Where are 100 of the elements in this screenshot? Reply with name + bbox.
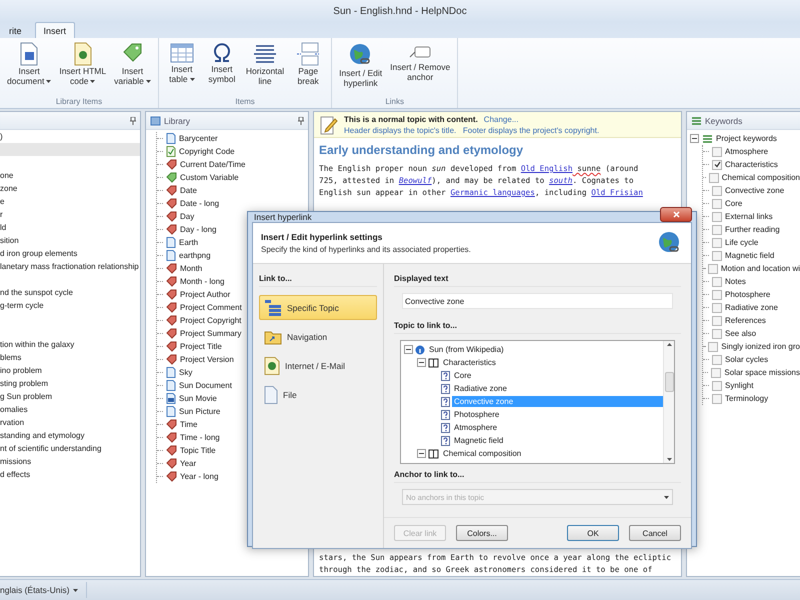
- checkbox[interactable]: [711, 368, 722, 378]
- library-item[interactable]: Project Version: [180, 355, 234, 364]
- tree-item[interactable]: Chemical composition: [441, 448, 524, 459]
- topic-item[interactable]: blems: [0, 353, 22, 362]
- topic-item[interactable]: ld: [0, 223, 6, 232]
- topic-item[interactable]: sition: [0, 236, 19, 245]
- collapse-icon[interactable]: [417, 449, 426, 458]
- library-item[interactable]: earthpng: [179, 251, 211, 260]
- link-type-option[interactable]: Internet / E-Mail: [259, 353, 377, 378]
- library-item[interactable]: Copyright Code: [179, 147, 235, 156]
- link-type-option[interactable]: Specific Topic: [259, 295, 377, 320]
- ribbon-button[interactable]: Insert HTML code: [56, 38, 110, 97]
- tree-item[interactable]: Photosphere: [452, 409, 502, 420]
- topic-item[interactable]: missions: [0, 457, 32, 466]
- collapse-icon[interactable]: [690, 134, 699, 143]
- checkbox[interactable]: [712, 224, 722, 234]
- library-item[interactable]: Custom Variable: [180, 173, 239, 182]
- dialog-button[interactable]: OK: [567, 525, 619, 541]
- dialog-button[interactable]: Cancel: [629, 525, 681, 541]
- topic-item[interactable]: r: [0, 210, 3, 219]
- tree-item[interactable]: Project keywords: [716, 134, 777, 143]
- topic-item[interactable]: zone: [0, 184, 18, 193]
- checkbox[interactable]: [712, 354, 722, 364]
- checkbox[interactable]: [712, 146, 722, 156]
- topic-item[interactable]: lanetary mass fractionation relationship: [0, 262, 139, 271]
- scroll-thumb[interactable]: [664, 372, 674, 392]
- library-item[interactable]: Date - long: [180, 199, 220, 208]
- library-item[interactable]: Time - long: [180, 433, 220, 442]
- tree-item[interactable]: Characteristics: [441, 357, 498, 368]
- checkbox[interactable]: [712, 238, 722, 248]
- checkbox[interactable]: [712, 302, 722, 312]
- tree-item[interactable]: Radiative zone: [452, 383, 509, 394]
- library-item[interactable]: Sun Document: [179, 381, 232, 390]
- ribbon-button[interactable]: Horizontal line: [242, 38, 288, 97]
- checkbox[interactable]: [708, 264, 718, 274]
- ribbon-button[interactable]: Page break: [289, 38, 328, 97]
- ribbon-tab[interactable]: rite: [0, 22, 31, 38]
- library-item[interactable]: Day: [180, 212, 194, 221]
- ribbon-button[interactable]: Insert symbol: [202, 38, 241, 97]
- scroll-up-icon[interactable]: [666, 343, 672, 346]
- library-item[interactable]: Current Date/Time: [180, 160, 246, 169]
- collapse-icon[interactable]: [417, 358, 426, 367]
- ribbon-button[interactable]: Insert table: [162, 38, 201, 97]
- library-item[interactable]: Project Title: [180, 342, 222, 351]
- topic-item[interactable]: omalies: [0, 405, 28, 414]
- ribbon-button[interactable]: Insert / Remove anchor: [387, 38, 454, 97]
- checkbox[interactable]: [708, 342, 718, 352]
- topic-item[interactable]: tion within the galaxy: [0, 340, 74, 349]
- topic-item[interactable]: rvation: [0, 418, 24, 427]
- ribbon-button[interactable]: Insert / Edit hyperlink: [336, 38, 386, 97]
- topic-item[interactable]: one: [0, 171, 14, 180]
- topic-item[interactable]: e: [0, 197, 4, 206]
- library-item[interactable]: Project Copyright: [180, 316, 242, 325]
- library-item[interactable]: Earth: [179, 238, 198, 247]
- pin-icon[interactable]: [298, 116, 304, 124]
- topic-item[interactable]: g-term cycle: [0, 301, 44, 310]
- library-item[interactable]: Day - long: [180, 225, 216, 234]
- tree-item[interactable]: Core: [452, 370, 474, 381]
- checkbox[interactable]: [712, 290, 722, 300]
- checkbox[interactable]: [712, 316, 722, 326]
- library-item[interactable]: Year: [180, 459, 196, 468]
- collapse-icon[interactable]: [404, 345, 413, 354]
- library-item[interactable]: Project Author: [180, 290, 230, 299]
- pin-icon[interactable]: [130, 116, 136, 124]
- topic-item[interactable]: standing and etymology: [0, 431, 84, 440]
- checkbox[interactable]: [712, 212, 722, 222]
- checkbox[interactable]: [712, 250, 722, 260]
- library-item[interactable]: Sun Picture: [179, 407, 220, 416]
- ribbon-button[interactable]: Insert document: [4, 38, 54, 97]
- library-item[interactable]: Date: [180, 186, 197, 195]
- library-item[interactable]: Sky: [179, 368, 192, 377]
- checkbox[interactable]: [712, 186, 722, 196]
- tree-item[interactable]: Magnetic field: [452, 435, 506, 446]
- checkbox[interactable]: [712, 160, 722, 170]
- topic-item[interactable]: d effects: [0, 470, 30, 479]
- topic-item[interactable]: ): [0, 132, 3, 141]
- library-item[interactable]: Project Comment: [180, 303, 242, 312]
- checkbox[interactable]: [712, 328, 722, 338]
- ribbon-tab[interactable]: Insert: [34, 22, 76, 38]
- tree-item[interactable]: Sun (from Wikipedia): [427, 344, 506, 355]
- language-selector[interactable]: nglais (États-Unis): [0, 582, 88, 598]
- library-item[interactable]: Month - long: [180, 277, 224, 286]
- change-link[interactable]: Change...: [484, 115, 518, 124]
- topic-item[interactable]: ino problem: [0, 366, 42, 375]
- checkbox[interactable]: [712, 276, 722, 286]
- library-item[interactable]: Time: [180, 420, 198, 429]
- link-type-option[interactable]: File: [259, 382, 377, 407]
- dialog-button[interactable]: Colors...: [456, 525, 508, 541]
- library-item[interactable]: Month: [180, 264, 202, 273]
- topic-item[interactable]: sting problem: [0, 379, 48, 388]
- checkbox[interactable]: [708, 172, 719, 182]
- library-item[interactable]: Project Summary: [180, 329, 242, 338]
- topic-item[interactable]: nd the sunspot cycle: [0, 288, 73, 297]
- ribbon-button[interactable]: Insert variable: [111, 38, 154, 97]
- topic-item[interactable]: g Sun problem: [0, 392, 52, 401]
- displayed-text-field[interactable]: Convective zone: [402, 293, 673, 309]
- checkbox[interactable]: [712, 198, 722, 208]
- library-item[interactable]: Year - long: [180, 472, 218, 481]
- checkbox[interactable]: [712, 380, 722, 390]
- library-item[interactable]: Sun Movie: [179, 394, 217, 403]
